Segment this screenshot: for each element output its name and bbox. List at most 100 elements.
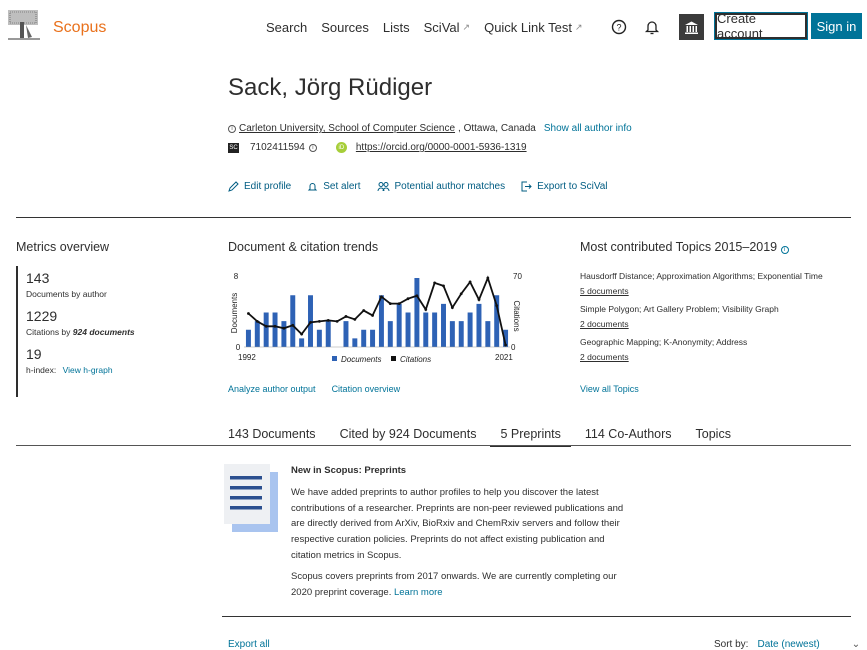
- orcid-link[interactable]: https://orcid.org/0000-0001-5936-1319: [356, 142, 527, 153]
- external-link-icon: ↗: [462, 22, 471, 32]
- set-alert-button[interactable]: Set alert: [307, 181, 361, 192]
- documents-bar: [387, 321, 393, 347]
- topics-list: Hausdorff Distance; Approximation Algori…: [580, 271, 850, 370]
- documents-bar: [405, 312, 411, 347]
- export-all-link[interactable]: Export all: [228, 639, 270, 650]
- scopus-id-icon: SC: [228, 142, 239, 153]
- view-all-topics-link[interactable]: View all Topics: [580, 384, 639, 394]
- citing-documents-count[interactable]: 924 documents: [73, 327, 135, 337]
- topics-title: Most contributed Topics 2015–2019 i: [580, 240, 789, 254]
- documents-bar: [414, 278, 420, 347]
- citations-count: 1229: [26, 308, 58, 324]
- trends-title: Document & citation trends: [228, 240, 379, 254]
- documents-bar: [316, 329, 322, 347]
- svg-text:?: ?: [616, 23, 621, 33]
- info-icon[interactable]: i: [228, 124, 236, 133]
- citations-point: [282, 326, 286, 330]
- nav-search[interactable]: Search: [266, 20, 307, 35]
- citations-point: [326, 318, 330, 322]
- citations-line: [247, 275, 507, 346]
- citation-overview-link[interactable]: Citation overview: [332, 384, 401, 394]
- citations-label: Citations by 924 documents: [26, 327, 196, 337]
- sort-label: Sort by:: [714, 639, 749, 650]
- topics-title-text: Most contributed Topics 2015–2019: [580, 240, 778, 254]
- legend-documents-swatch: [332, 356, 337, 361]
- citations-point: [371, 314, 374, 317]
- info-icon[interactable]: i: [780, 246, 789, 254]
- topic-docs-link[interactable]: 5 documents: [580, 286, 629, 296]
- citations-point: [450, 306, 454, 309]
- citations-point: [247, 312, 250, 315]
- author-name: Sack, Jörg Rüdiger: [228, 74, 433, 101]
- topic-docs-link[interactable]: 2 documents: [580, 319, 629, 329]
- tab-topics[interactable]: Topics: [686, 425, 741, 447]
- documents-bar: [485, 321, 491, 347]
- documents-bar: [378, 295, 384, 347]
- tab-cited-by[interactable]: Cited by 924 Documents: [330, 425, 487, 447]
- tab-documents[interactable]: 143 Documents: [218, 425, 326, 447]
- documents-bar: [441, 303, 446, 347]
- documents-bar: [352, 338, 358, 347]
- bell-icon[interactable]: [643, 18, 661, 36]
- orcid-icon: iD: [335, 142, 347, 153]
- citations-point: [309, 320, 312, 324]
- profile-tabs: 143 Documents Cited by 924 Documents 5 P…: [218, 425, 745, 447]
- institution-button[interactable]: [679, 14, 704, 40]
- documents-count: 143: [26, 270, 50, 286]
- analyze-author-output-link[interactable]: Analyze author output: [228, 384, 316, 394]
- preprints-coverage-note: Scopus covers preprints from 2017 onward…: [291, 569, 636, 601]
- sign-in-button[interactable]: Sign in: [811, 13, 862, 39]
- nav-label: Lists: [382, 20, 410, 35]
- sort-control[interactable]: Sort by: Date (newest) ⌄: [714, 639, 860, 650]
- citations-point: [468, 280, 472, 284]
- citations-point: [486, 276, 490, 280]
- documents-bar: [467, 312, 473, 347]
- help-icon[interactable]: ?: [610, 18, 628, 36]
- preprints-notice: New in Scopus: Preprints We have added p…: [291, 463, 636, 605]
- tab-co-authors[interactable]: 114 Co-Authors: [575, 425, 682, 447]
- learn-more-link[interactable]: Learn more: [394, 587, 443, 598]
- documents-bar: [476, 303, 482, 347]
- view-h-graph-link[interactable]: View h-graph: [63, 365, 113, 375]
- pencil-icon: [228, 181, 239, 192]
- citations-point: [424, 308, 428, 311]
- author-actions: Edit profile Set alert Potential author …: [228, 181, 608, 192]
- export-to-scival-button[interactable]: Export to SciVal: [521, 181, 608, 192]
- documents-bar: [396, 303, 402, 347]
- potential-author-matches-button[interactable]: Potential author matches: [377, 181, 506, 192]
- show-all-author-info-link[interactable]: Show all author info: [544, 123, 632, 134]
- citations-point: [397, 302, 401, 306]
- nav-scival[interactable]: SciVal ↗: [424, 20, 470, 35]
- elsevier-tree-logo-icon[interactable]: [6, 7, 42, 43]
- citations-label-prefix: Citations by: [26, 327, 73, 337]
- action-label: Potential author matches: [394, 181, 506, 192]
- affiliation-link[interactable]: Carleton University, School of Computer …: [239, 123, 455, 134]
- y2-tick-label: 70: [513, 272, 522, 281]
- x-tick-label: 1992: [238, 353, 256, 362]
- create-account-button[interactable]: Create account: [714, 11, 808, 41]
- chevron-down-icon[interactable]: ⌄: [852, 639, 860, 650]
- edit-profile-button[interactable]: Edit profile: [228, 181, 291, 192]
- documents-bar: [458, 321, 464, 347]
- tabs-divider: [16, 445, 851, 446]
- citations-point: [344, 315, 348, 318]
- topic-docs-link[interactable]: 2 documents: [580, 352, 629, 362]
- legend-citations-swatch: [391, 356, 396, 361]
- sort-value[interactable]: Date (newest): [757, 639, 819, 650]
- tab-preprints[interactable]: 5 Preprints: [490, 425, 571, 447]
- citations-point: [353, 318, 357, 321]
- citations-point: [335, 319, 339, 323]
- export-icon: [521, 181, 532, 192]
- citations-point: [415, 294, 419, 298]
- nav-lists[interactable]: Lists: [383, 20, 410, 35]
- citations-point: [380, 295, 383, 299]
- nav-sources[interactable]: Sources: [321, 20, 369, 35]
- document-citation-trend-chart: 8 0 70 0 Documents Citations 1992 2021 Documents…: [230, 272, 522, 364]
- nav-quick-link-test[interactable]: Quick Link Test ↗: [484, 20, 582, 35]
- info-icon[interactable]: i: [308, 143, 317, 152]
- nav-label: Quick Link Test: [484, 20, 572, 35]
- scopus-brand[interactable]: Scopus: [53, 19, 106, 37]
- citations-point: [291, 323, 295, 327]
- topic-name: Simple Polygon; Art Gallery Problem; Vis…: [580, 304, 779, 314]
- documents-label: Documents by author: [26, 289, 107, 299]
